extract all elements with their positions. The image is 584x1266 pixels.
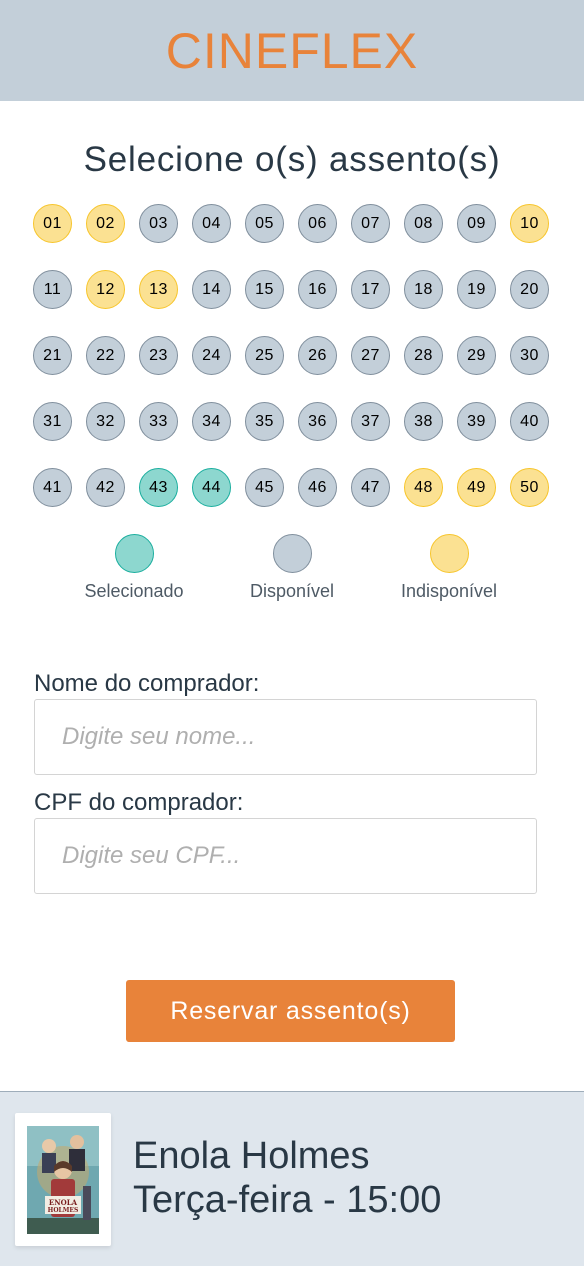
seat-41-button[interactable]: 41 — [33, 468, 72, 507]
seat-50-button[interactable]: 50 — [510, 468, 549, 507]
buyer-name-input[interactable] — [34, 699, 537, 775]
legend-available-label: Disponível — [249, 581, 335, 601]
seat-36-button[interactable]: 36 — [298, 402, 337, 441]
legend-unavailable: Indisponível — [369, 534, 529, 602]
seat-34-button[interactable]: 34 — [192, 402, 231, 441]
seat-09-button[interactable]: 09 — [457, 204, 496, 243]
seat-13-button[interactable]: 13 — [139, 270, 178, 309]
seat-19-button[interactable]: 19 — [457, 270, 496, 309]
seat-44-button[interactable]: 44 — [192, 468, 231, 507]
seat-21-button[interactable]: 21 — [33, 336, 72, 375]
seat-16-button[interactable]: 16 — [298, 270, 337, 309]
seat-18-button[interactable]: 18 — [404, 270, 443, 309]
buyer-cpf-input[interactable] — [34, 818, 537, 894]
legend-available: Disponível — [212, 534, 372, 602]
seat-29-button[interactable]: 29 — [457, 336, 496, 375]
legend-selected-label: Selecionado — [84, 581, 184, 601]
seat-38-button[interactable]: 38 — [404, 402, 443, 441]
seat-10-button[interactable]: 10 — [510, 204, 549, 243]
seat-47-button[interactable]: 47 — [351, 468, 390, 507]
app-logo: CINEFLEX — [165, 22, 419, 79]
seat-15-button[interactable]: 15 — [245, 270, 284, 309]
seat-row: 01 02 03 04 05 06 07 08 09 10 — [33, 204, 549, 244]
page-title: Selecione o(s) assento(s) — [83, 140, 501, 179]
poster-title-line2: HOLMES — [48, 1207, 79, 1214]
seat-08-button[interactable]: 08 — [404, 204, 443, 243]
footer-movie-info: ENOLA HOLMES Enola Holmes Terça-feira - … — [0, 1091, 584, 1266]
seat-48-button[interactable]: 48 — [404, 468, 443, 507]
seat-06-button[interactable]: 06 — [298, 204, 337, 243]
seat-31-button[interactable]: 31 — [33, 402, 72, 441]
legend-selected-dot — [114, 534, 154, 573]
seat-37-button[interactable]: 37 — [351, 402, 390, 441]
movie-poster: ENOLA HOLMES — [15, 1113, 111, 1246]
legend-available-dot — [272, 534, 312, 573]
seat-23-button[interactable]: 23 — [139, 336, 178, 375]
legend-unavailable-dot — [429, 534, 469, 573]
movie-title: Enola Holmes — [133, 1135, 370, 1177]
seat-32-button[interactable]: 32 — [86, 402, 125, 441]
legend-selected: Selecionado — [54, 534, 214, 602]
session-time: Terça-feira - 15:00 — [133, 1179, 442, 1221]
seat-17-button[interactable]: 17 — [351, 270, 390, 309]
seat-row: 21 22 23 24 25 26 27 28 29 30 — [33, 336, 549, 376]
seat-20-button[interactable]: 20 — [510, 270, 549, 309]
seat-02-button[interactable]: 02 — [86, 204, 125, 243]
seat-27-button[interactable]: 27 — [351, 336, 390, 375]
seat-33-button[interactable]: 33 — [139, 402, 178, 441]
seat-24-button[interactable]: 24 — [192, 336, 231, 375]
reserve-seats-button[interactable]: Reservar assento(s) — [126, 980, 455, 1042]
seat-39-button[interactable]: 39 — [457, 402, 496, 441]
seat-14-button[interactable]: 14 — [192, 270, 231, 309]
seat-28-button[interactable]: 28 — [404, 336, 443, 375]
seat-row: 11 12 13 14 15 16 17 18 19 20 — [33, 270, 549, 310]
seat-22-button[interactable]: 22 — [86, 336, 125, 375]
seat-42-button[interactable]: 42 — [86, 468, 125, 507]
seat-45-button[interactable]: 45 — [245, 468, 284, 507]
seat-40-button[interactable]: 40 — [510, 402, 549, 441]
seat-04-button[interactable]: 04 — [192, 204, 231, 243]
buyer-name-label: Nome do comprador: — [34, 670, 260, 697]
seat-03-button[interactable]: 03 — [139, 204, 178, 243]
seat-30-button[interactable]: 30 — [510, 336, 549, 375]
seat-26-button[interactable]: 26 — [298, 336, 337, 375]
header: CINEFLEX — [0, 0, 584, 101]
seat-11-button[interactable]: 11 — [33, 270, 72, 309]
buyer-cpf-label: CPF do comprador: — [34, 789, 244, 816]
seat-legend: Selecionado Disponível Indisponível — [0, 534, 584, 614]
seat-35-button[interactable]: 35 — [245, 402, 284, 441]
legend-unavailable-label: Indisponível — [400, 581, 498, 601]
seat-07-button[interactable]: 07 — [351, 204, 390, 243]
poster-title-line1: ENOLA — [49, 1198, 78, 1207]
seat-05-button[interactable]: 05 — [245, 204, 284, 243]
seat-map: 01 02 03 04 05 06 07 08 09 10 11 12 13 14 15 16 17 18 19 20… — [33, 204, 549, 534]
movie-poster-image: ENOLA HOLMES — [27, 1125, 99, 1234]
seat-43-button[interactable]: 43 — [139, 468, 178, 507]
seat-01-button[interactable]: 01 — [33, 204, 72, 243]
seat-49-button[interactable]: 49 — [457, 468, 496, 507]
seat-row: 31 32 33 34 35 36 37 38 39 40 — [33, 402, 549, 442]
seat-25-button[interactable]: 25 — [245, 336, 284, 375]
footer-text: Enola Holmes Terça-feira - 15:00 — [133, 1134, 441, 1222]
seat-12-button[interactable]: 12 — [86, 270, 125, 309]
seat-row: 41 42 43 44 45 46 47 48 49 50 — [33, 468, 549, 508]
seat-46-button[interactable]: 46 — [298, 468, 337, 507]
